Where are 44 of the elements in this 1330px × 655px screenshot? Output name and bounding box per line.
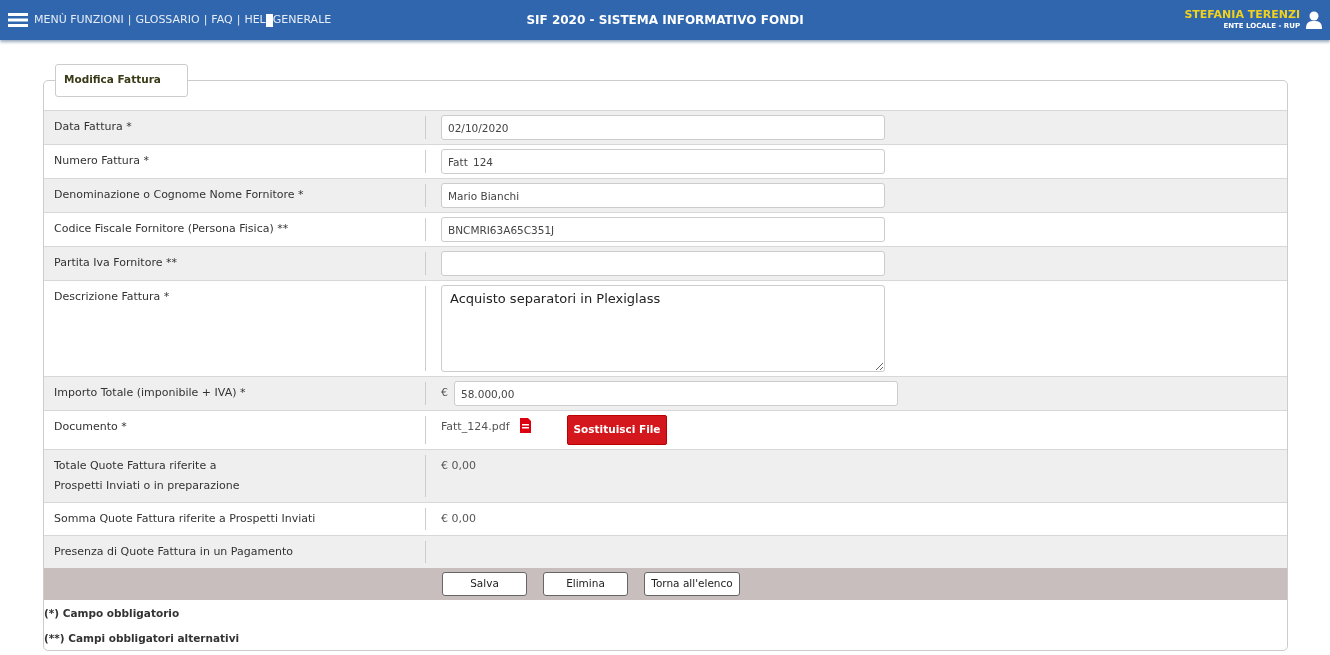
field-label: Codice Fiscale Fornitore (Persona Fisica) ** xyxy=(54,221,290,237)
field-label: Presenza di Quote Fattura in un Pagamento xyxy=(54,543,294,560)
nav-link-item[interactable]: FAQ xyxy=(211,11,233,29)
field-label: Denominazione o Cognome Nome Fornitore * xyxy=(54,187,305,203)
amount-field[interactable]: 58.000,00 xyxy=(454,381,898,406)
field-label: Somma Quote Fattura riferite a Prospetti Inviati xyxy=(54,510,317,527)
nav-separator: | xyxy=(127,11,132,28)
form-button[interactable]: Torna all'elenco xyxy=(644,571,740,596)
footnote: (*) Campo obbligatorio xyxy=(44,605,181,621)
nav-link-item[interactable]: GLOSSARIO xyxy=(135,11,200,29)
app-title: SIF 2020 - SISTEMA INFORMATIVO FONDI xyxy=(526,12,804,29)
field-label: Partita Iva Fornitore ** xyxy=(54,255,178,271)
field-label: Totale Quote Fattura riferite a xyxy=(54,457,218,474)
nav-link-item[interactable]: GENERALE xyxy=(272,11,332,29)
currency-label: € xyxy=(441,385,448,401)
form-button[interactable]: Elimina xyxy=(543,571,628,596)
input-field[interactable] xyxy=(441,251,885,276)
field-label: Importo Totale (imponibile + IVA) * xyxy=(54,385,247,401)
text-cursor xyxy=(265,13,273,27)
field-label: Numero Fattura * xyxy=(54,153,151,169)
field-value: € 0,00 xyxy=(441,457,476,474)
input-field[interactable]: Fatt_124 xyxy=(441,149,885,174)
menu-icon[interactable] xyxy=(8,13,28,27)
field-label: Data Fattura * xyxy=(54,119,133,135)
pdf-file-icon[interactable] xyxy=(519,418,531,433)
textarea-field[interactable]: Acquisto separatori in Plexiglass xyxy=(441,285,885,372)
user-name: STEFANIA TERENZI xyxy=(1184,9,1300,21)
nav-link-item[interactable]: MENÙ FUNZIONI xyxy=(34,11,124,29)
input-field[interactable]: BNCMRI63A65C351J xyxy=(441,217,885,242)
nav-link-item[interactable]: HEL xyxy=(244,11,266,29)
file-name: Fatt_124.pdf xyxy=(441,419,510,435)
user-icon[interactable] xyxy=(1306,11,1322,29)
field-label: Descrizione Fattura * xyxy=(54,289,171,305)
replace-file-button[interactable]: Sostituisci File xyxy=(566,415,668,445)
input-field[interactable]: Mario Bianchi xyxy=(441,183,885,208)
nav-separator: | xyxy=(203,11,208,28)
input-field[interactable]: 02/10/2020 xyxy=(441,115,885,140)
nav-separator: | xyxy=(236,11,241,28)
footnote: (**) Campi obbligatori alternativi xyxy=(44,630,241,646)
form-title: Modifica Fattura xyxy=(55,64,188,97)
field-label: Documento * xyxy=(54,419,128,435)
form-button[interactable]: Salva xyxy=(442,571,527,596)
field-value: € 0,00 xyxy=(441,510,476,527)
field-label: Prospetti Inviati o in preparazione xyxy=(54,477,241,494)
